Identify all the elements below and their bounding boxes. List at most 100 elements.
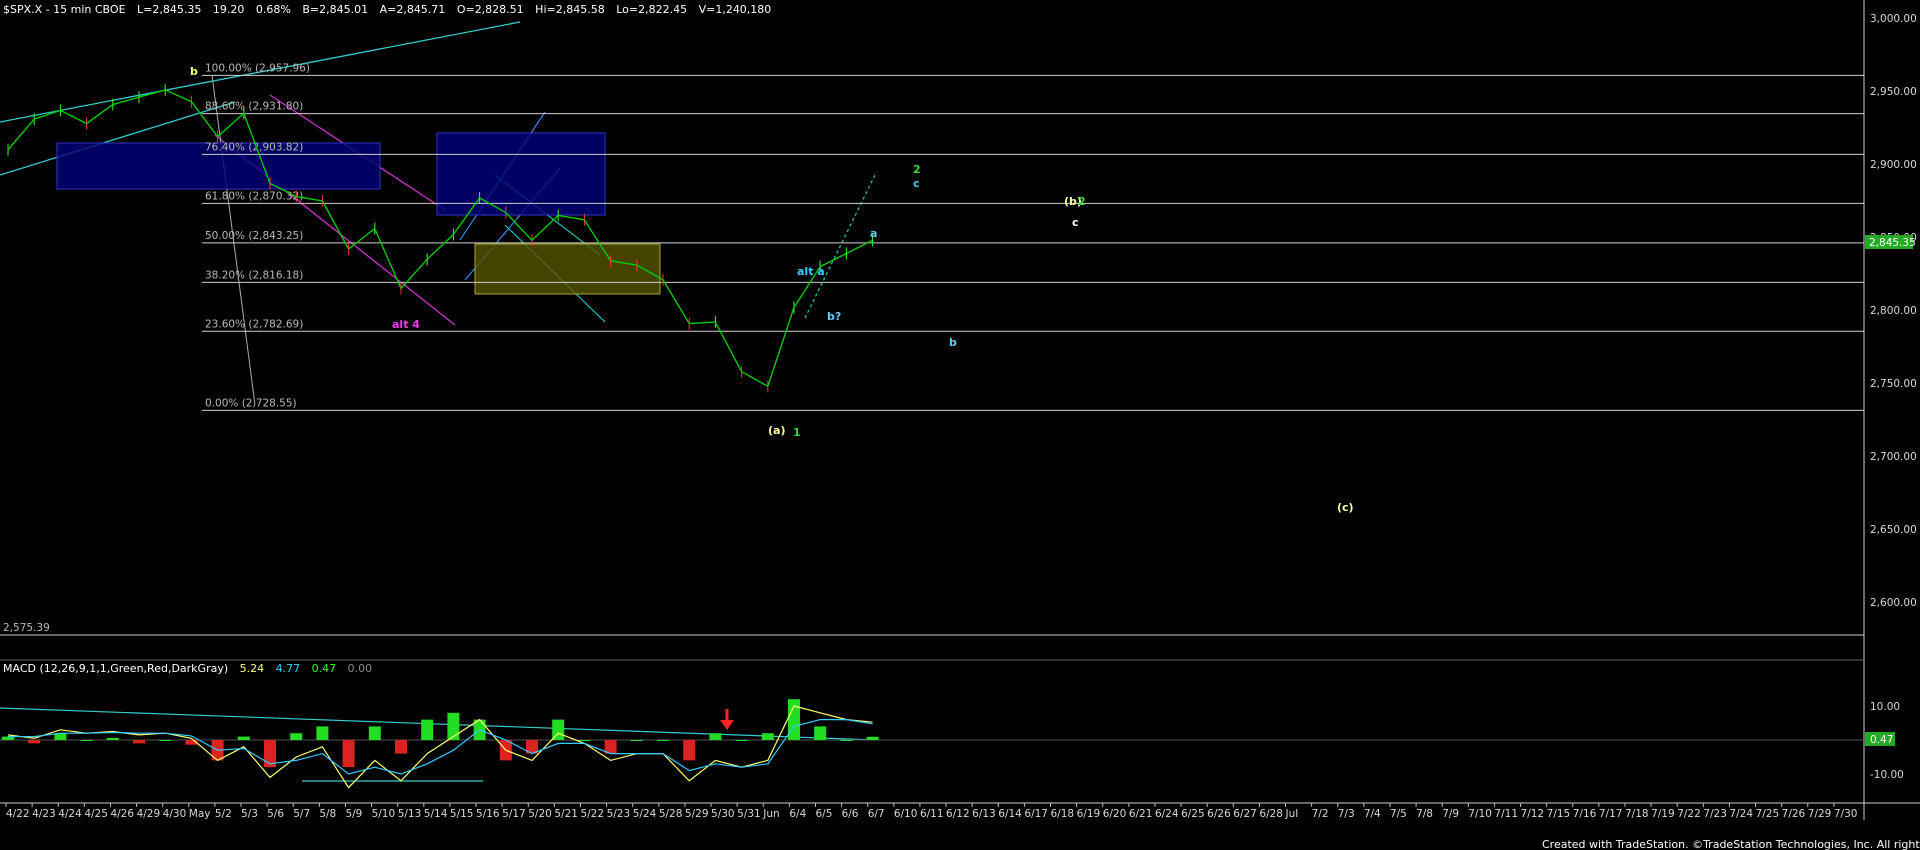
date-label: 7/5 [1390,808,1407,820]
price-tick: 2,650.00 [1870,524,1917,536]
price-tick: 2,700.00 [1870,451,1917,463]
fib-label: 0.00% (2,728.55) [205,397,297,409]
date-label: 7/8 [1416,808,1433,820]
date-label: Jun [762,808,779,820]
wave-label: 2 [913,163,921,176]
date-label: 7/12 [1521,808,1545,820]
footer-credit: Created with TradeStation. ©TradeStation… [1542,838,1920,850]
date-label: 6/26 [1207,808,1231,820]
date-label: 4/22 [6,808,30,820]
macd-histogram-bar [106,737,119,740]
date-label: 4/24 [58,808,82,820]
header-low: Lo=2,822.45 [616,3,687,16]
date-label: 5/31 [737,808,761,820]
date-label: 7/25 [1756,808,1780,820]
date-label: 5/2 [215,808,232,820]
fib-label: 100.00% (2,957.96) [205,62,310,74]
date-label: 7/19 [1651,808,1675,820]
fib-label: 38.20% (2,816.18) [205,269,303,281]
macd-header: MACD (12,26,9,1,1,Green,Red,DarkGray) 5.… [3,662,372,675]
macd-histogram-bar [28,740,41,744]
wave-label: alt a [797,265,825,278]
low-level-label: 2,575.39 [3,622,50,634]
header-change: 19.20 [213,3,245,16]
date-label: 7/17 [1599,808,1623,820]
date-label: 6/10 [894,808,918,820]
date-label: 5/30 [711,808,735,820]
date-label: 7/9 [1442,808,1459,820]
wave-label: (a) [768,424,785,437]
macd-tick: 10.00 [1870,701,1900,713]
date-label: 6/11 [920,808,944,820]
price-chart[interactable]: $SPX.X - 15 min CBOE L=2,845.35 19.20 0.… [0,0,1920,850]
wave-label: c [913,177,920,190]
macd-histogram-bar [578,740,591,741]
header-high: Hi=2,845.58 [535,3,605,16]
last-price-tag: 2,845.35 [1869,237,1916,249]
price-tick: 2,950.00 [1870,86,1917,98]
date-label: 4/29 [137,808,161,820]
wave-label: b? [827,310,841,323]
header-symbol: $SPX.X - 15 min CBOE [3,3,126,16]
chart-header: $SPX.X - 15 min CBOE L=2,845.35 19.20 0.… [3,3,771,16]
macd-histogram-bar [395,740,407,754]
date-label: 5/16 [476,808,500,820]
date-label: 7/30 [1834,808,1858,820]
macd-histogram-bar [657,740,669,741]
macd-histogram-bar [342,740,355,768]
date-label: 5/20 [528,808,552,820]
date-label: 5/15 [450,808,474,820]
date-label: 6/21 [1129,808,1153,820]
date-label: 7/22 [1677,808,1701,820]
date-label: 7/23 [1703,808,1727,820]
fib-label: 50.00% (2,843.25) [205,230,303,242]
macd-value: 5.24 [240,662,265,675]
date-label: May [189,808,211,820]
date-label: 5/13 [398,808,422,820]
price-tick: 3,000.00 [1870,13,1917,25]
fib-label: 23.60% (2,782.69) [205,318,303,330]
date-label: 7/2 [1312,808,1329,820]
date-label: 6/18 [1051,808,1075,820]
date-label: Jul [1285,808,1299,820]
macd-histogram-bar [788,699,800,740]
date-label: 5/17 [502,808,526,820]
date-label: 7/18 [1625,808,1649,820]
date-label: 5/3 [241,808,258,820]
fib-label: 88.60% (2,931.80) [205,101,303,113]
macd-histogram-bar [735,740,748,741]
hist-value: 0.47 [312,662,337,675]
date-label: 6/12 [946,808,970,820]
macd-histogram-bar [133,740,145,744]
date-label: 7/10 [1468,808,1492,820]
date-label: 7/26 [1782,808,1806,820]
wave-label: (c) [1337,501,1354,514]
macd-histogram-bar [683,740,696,761]
wave-label: 2 [1078,195,1086,208]
price-tick: 2,800.00 [1870,305,1917,317]
macd-histogram-bar [80,740,93,741]
macd-histogram-bar [761,733,774,740]
date-label: 4/25 [84,808,108,820]
wave-label: b [190,65,198,78]
date-label: 5/29 [685,808,709,820]
price-tick: 2,750.00 [1870,378,1917,390]
macd-histogram-bar [316,726,329,740]
header-open: O=2,828.51 [457,3,524,16]
date-label: 6/4 [789,808,806,820]
date-label: 6/6 [842,808,859,820]
date-label: 6/20 [1103,808,1127,820]
date-label: 5/22 [580,808,604,820]
date-label: 6/13 [972,808,996,820]
macd-label: MACD (12,26,9,1,1,Green,Red,DarkGray) [3,662,228,675]
macd-histogram-bar [814,726,827,740]
date-label: 6/27 [1233,808,1257,820]
wave-label: 1 [793,426,801,439]
date-label: 5/8 [319,808,336,820]
macd-histogram-bar [159,740,172,741]
date-label: 6/25 [1181,808,1205,820]
date-label: 5/28 [659,808,683,820]
date-label: 7/16 [1573,808,1597,820]
date-label: 5/21 [554,808,578,820]
macd-histogram-bar [709,733,722,740]
